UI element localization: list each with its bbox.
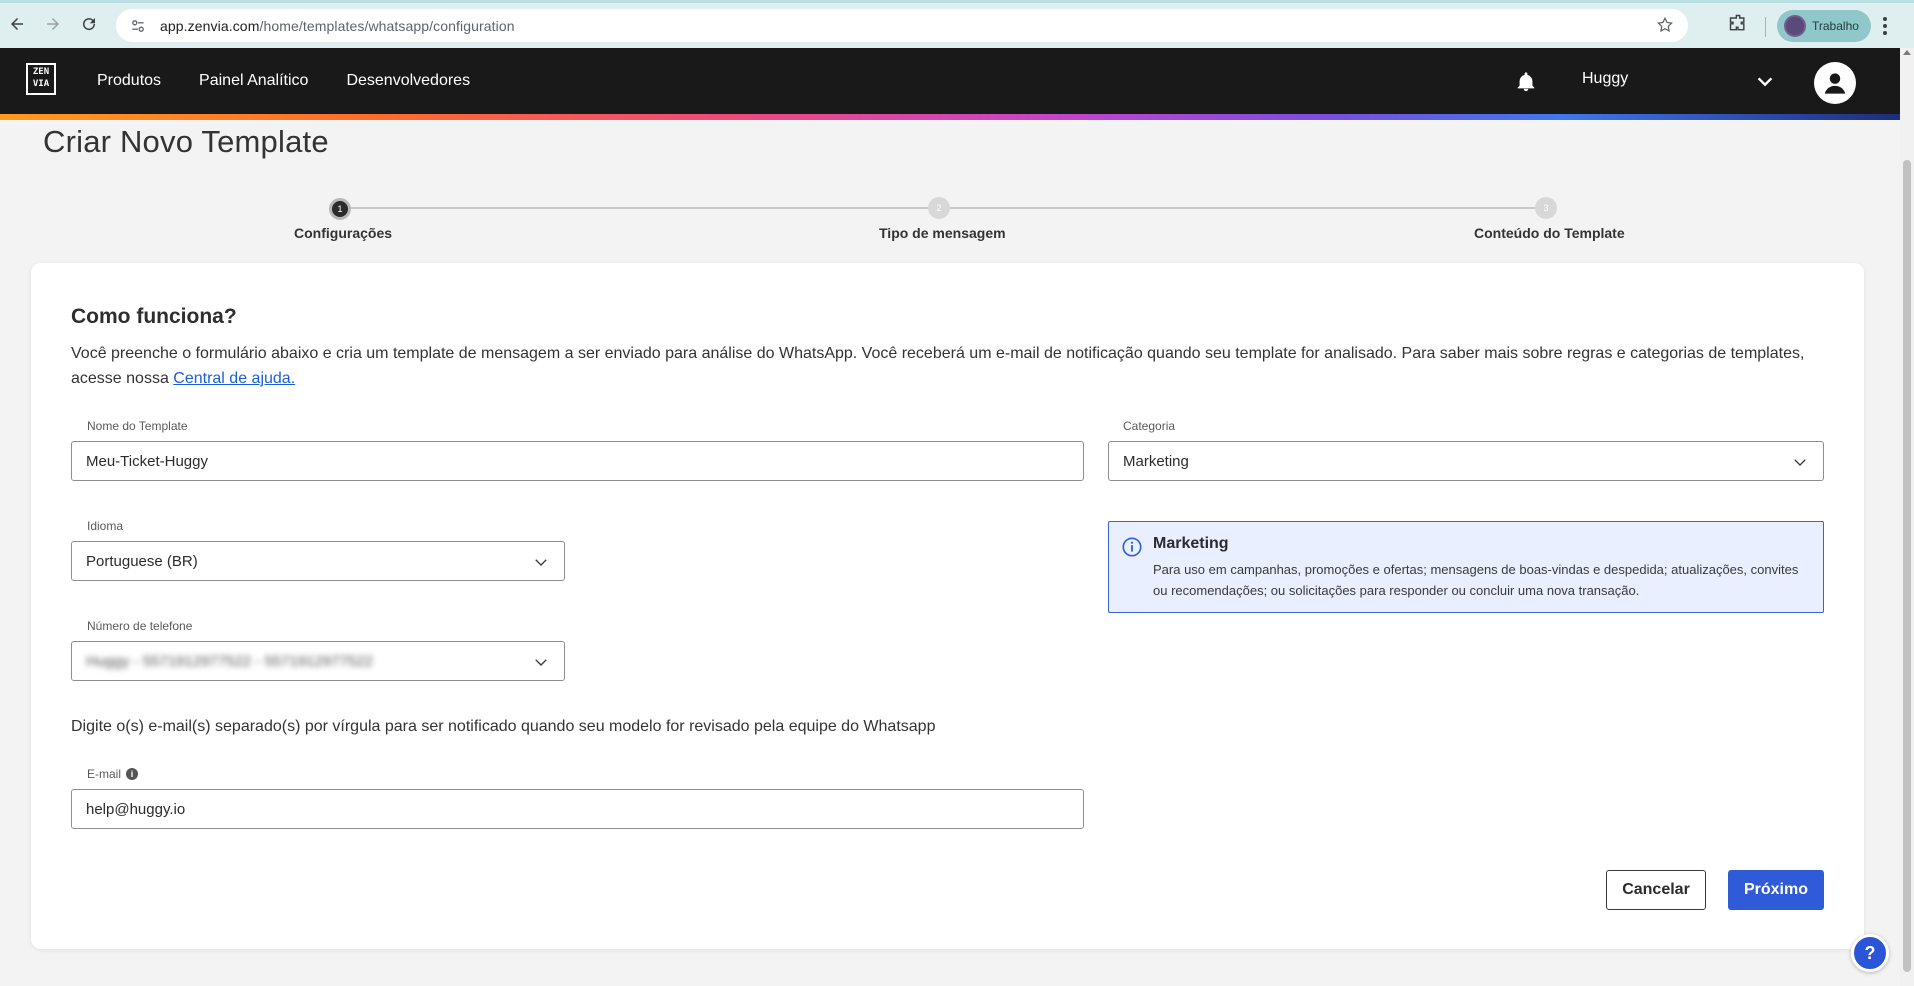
next-button[interactable]: Próximo <box>1728 870 1824 910</box>
info-circle-icon <box>1121 536 1143 563</box>
email-label: E-mail i <box>87 767 139 781</box>
step-2-indicator: 2 <box>928 197 950 219</box>
step-3-label: Conteúdo do Template <box>1474 225 1625 241</box>
chevron-down-icon <box>1791 453 1809 475</box>
category-select[interactable]: Marketing <box>1108 441 1824 481</box>
profile-chip[interactable]: Trabalho <box>1777 10 1871 42</box>
step-1-indicator: 1 <box>329 198 351 220</box>
address-bar[interactable]: app.zenvia.com/home/templates/whatsapp/c… <box>116 9 1688 42</box>
nav-painel-analitico[interactable]: Painel Analítico <box>199 72 308 90</box>
language-value: Portuguese (BR) <box>86 552 198 570</box>
back-icon[interactable] <box>2 9 32 39</box>
chevron-down-icon <box>532 653 550 675</box>
nav-desenvolvedores[interactable]: Desenvolvedores <box>346 72 470 90</box>
language-select[interactable]: Portuguese (BR) <box>71 541 565 581</box>
toolbar-divider <box>1765 17 1766 37</box>
menu-kebab-icon[interactable] <box>1882 15 1888 42</box>
template-name-value: Meu-Ticket-Huggy <box>86 452 208 470</box>
browser-toolbar: app.zenvia.com/home/templates/whatsapp/c… <box>0 0 1914 48</box>
template-name-label: Nome do Template <box>87 419 188 433</box>
header-gradient-bar <box>0 114 1900 120</box>
step-1-label: Configurações <box>294 225 393 241</box>
email-label-text: E-mail <box>87 767 122 781</box>
category-label: Categoria <box>1123 419 1176 433</box>
email-input[interactable]: help@huggy.io <box>71 789 1084 829</box>
step-2-label: Tipo de mensagem <box>879 225 1006 241</box>
extensions-icon[interactable] <box>1728 13 1748 38</box>
email-value: help@huggy.io <box>86 800 186 818</box>
page-title: Criar Novo Template <box>43 124 329 159</box>
help-center-link[interactable]: Central de ajuda. <box>173 370 295 387</box>
nav-produtos[interactable]: Produtos <box>97 72 161 90</box>
reload-icon[interactable] <box>74 9 104 39</box>
phone-label: Número de telefone <box>87 619 193 633</box>
zenvia-logo[interactable]: ZEN VIA <box>26 63 56 95</box>
intro-description: Você preenche o formulário abaixo e cria… <box>71 341 1831 391</box>
profile-label: Trabalho <box>1812 19 1859 33</box>
chevron-down-icon <box>532 553 550 575</box>
scroll-up-arrow-icon[interactable] <box>1903 50 1911 55</box>
bell-icon[interactable] <box>1515 70 1537 99</box>
phone-value: Huggy - 5571912977522 - 5571912977522 <box>86 652 373 670</box>
step-3-indicator: 3 <box>1535 197 1557 219</box>
help-question-icon[interactable]: ? <box>1851 934 1889 972</box>
logo-text: ZEN VIA <box>32 67 50 89</box>
template-name-input[interactable]: Meu-Ticket-Huggy <box>71 441 1084 481</box>
profile-avatar <box>1784 15 1806 37</box>
category-info-title: Marketing <box>1153 535 1229 552</box>
category-value: Marketing <box>1123 452 1189 470</box>
user-avatar-icon[interactable] <box>1814 62 1856 104</box>
intro-text: Você preenche o formulário abaixo e cria… <box>71 345 1805 387</box>
category-info-text: Para uso em campanhas, promoções e ofert… <box>1153 562 1799 598</box>
email-hint: Digite o(s) e-mail(s) separado(s) por ví… <box>71 718 936 735</box>
main-nav: Produtos Painel Analítico Desenvolvedore… <box>97 48 508 114</box>
site-settings-icon[interactable] <box>128 16 148 36</box>
scrollbar-thumb[interactable] <box>1903 160 1911 972</box>
language-label: Idioma <box>87 519 124 533</box>
phone-select[interactable]: Huggy - 5571912977522 - 5571912977522 <box>71 641 565 681</box>
url-text: app.zenvia.com/home/templates/whatsapp/c… <box>160 17 515 34</box>
account-name[interactable]: Huggy <box>1582 70 1628 88</box>
info-icon[interactable]: i <box>126 768 139 780</box>
category-info-box: Marketing Para uso em campanhas, promoçõ… <box>1108 521 1824 613</box>
forward-icon[interactable] <box>38 9 68 39</box>
intro-title: Como funciona? <box>71 305 237 328</box>
cancel-button[interactable]: Cancelar <box>1606 870 1706 910</box>
chevron-down-icon[interactable] <box>1754 71 1776 98</box>
bookmark-star-icon[interactable] <box>1656 16 1674 39</box>
